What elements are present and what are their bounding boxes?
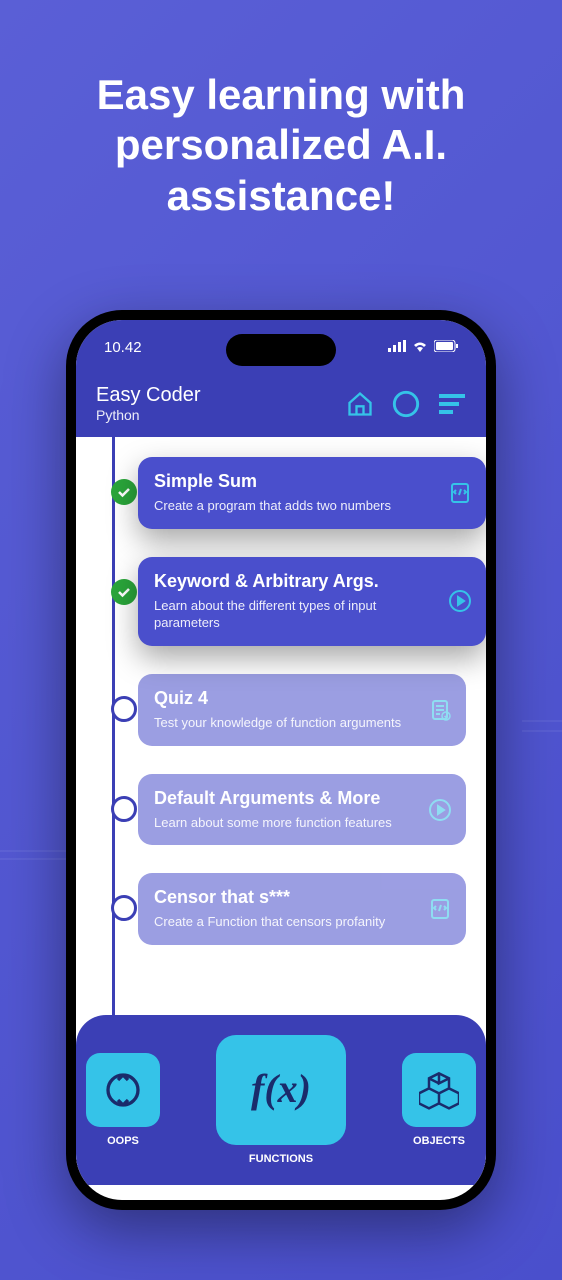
lesson-title: Quiz 4 (154, 688, 416, 709)
play-icon (428, 798, 452, 822)
lesson-row: Quiz 4 Test your knowledge of function ar… (138, 674, 486, 746)
dynamic-island (226, 334, 336, 366)
lesson-title: Keyword & Arbitrary Args. (154, 571, 436, 592)
nav-functions-label: FUNCTIONS (249, 1153, 313, 1165)
lesson-card[interactable]: Default Arguments & More Learn about some… (138, 774, 466, 846)
circle-marker (111, 696, 137, 722)
status-time: 10.42 (104, 339, 142, 356)
nav-loops-label: OOPS (107, 1135, 139, 1147)
battery-icon (434, 339, 458, 356)
lesson-subtitle: Create a Function that censors profanity (154, 914, 416, 931)
wifi-icon (412, 339, 428, 356)
lesson-card[interactable]: Keyword & Arbitrary Args. Learn about the… (138, 557, 486, 646)
play-icon (448, 589, 472, 613)
content-area: Simple Sum Create a program that adds two… (76, 437, 486, 1185)
svg-text:f(x): f(x) (251, 1066, 311, 1111)
lesson-title: Censor that s*** (154, 887, 416, 908)
lesson-card[interactable]: Quiz 4 Test your knowledge of function ar… (138, 674, 466, 746)
nav-loops[interactable]: OOPS (86, 1053, 160, 1147)
nav-objects[interactable]: OBJECTS (402, 1053, 476, 1147)
app-name: Easy Coder (96, 384, 201, 407)
lesson-card[interactable]: Censor that s*** Create a Function that c… (138, 873, 466, 945)
lesson-subtitle: Learn about some more function features (154, 815, 416, 832)
lesson-row: Keyword & Arbitrary Args. Learn about the… (138, 557, 486, 646)
lesson-title: Simple Sum (154, 471, 436, 492)
circle-marker (111, 796, 137, 822)
menu-button[interactable] (438, 390, 466, 418)
lesson-row: Censor that s*** Create a Function that c… (138, 873, 486, 945)
signal-icon (388, 339, 406, 356)
lesson-row: Simple Sum Create a program that adds two… (138, 457, 486, 529)
lesson-subtitle: Create a program that adds two numbers (154, 498, 436, 515)
lesson-row: Default Arguments & More Learn about some… (138, 774, 486, 846)
circle-button[interactable] (392, 390, 420, 418)
nav-functions[interactable]: f(x) FUNCTIONS (216, 1035, 346, 1165)
quiz-icon (428, 698, 452, 722)
lesson-subtitle: Learn about the different types of input… (154, 598, 436, 632)
app-header: Easy Coder Python (76, 374, 486, 437)
checkmark-icon (111, 579, 137, 605)
checkmark-icon (111, 479, 137, 505)
app-language: Python (96, 407, 201, 423)
home-button[interactable] (346, 390, 374, 418)
phone-frame: 10.42 Easy Coder Python (66, 310, 496, 1210)
lesson-subtitle: Test your knowledge of function argument… (154, 715, 416, 732)
circle-marker (111, 895, 137, 921)
code-icon (448, 481, 472, 505)
code-icon (428, 897, 452, 921)
nav-objects-label: OBJECTS (413, 1135, 465, 1147)
bottom-nav: OOPS f(x) FUNCTIONS OBJECTS (76, 1015, 486, 1185)
lesson-title: Default Arguments & More (154, 788, 416, 809)
lesson-card[interactable]: Simple Sum Create a program that adds two… (138, 457, 486, 529)
